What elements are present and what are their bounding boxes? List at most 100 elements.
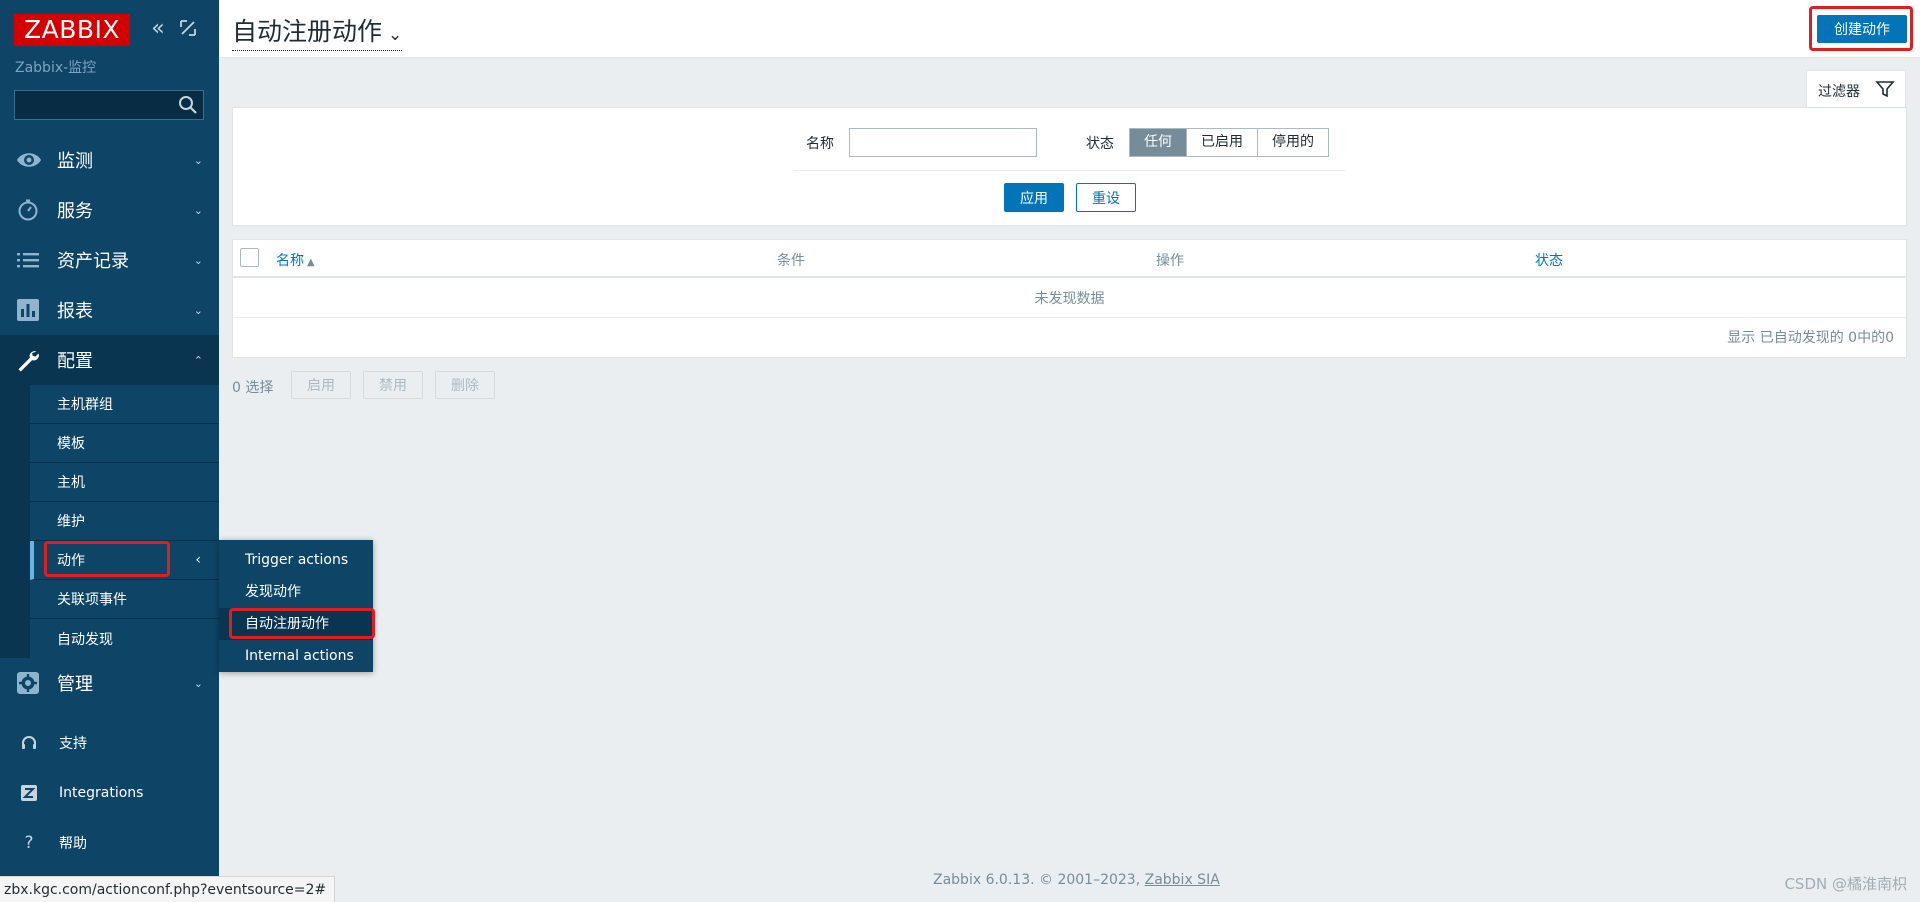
status-option-disabled[interactable]: 停用的 [1258,129,1328,156]
sort-asc-icon: ▲ [307,257,315,268]
create-action-button[interactable]: 创建动作 [1817,15,1907,43]
submenu-item-discovery[interactable]: 自动发现 [30,619,219,658]
sidebar: ZABBIX « Zabbix-监控 监测 ⌄ 服务 ⌄ 资产记录 ⌄ 报表 ⌄… [0,0,219,902]
submenu-label: 模板 [57,436,85,452]
submenu-label: 维护 [57,514,85,530]
submenu-item-maintenance[interactable]: 维护 [30,502,219,541]
menu-item-configuration[interactable]: 配置 ⌃ [0,335,219,385]
mass-delete-button[interactable]: 删除 [435,371,495,399]
filter-tab-label: 过滤器 [1818,84,1860,100]
menu-item-services[interactable]: 服务 ⌄ [0,185,219,235]
chevron-down-icon: ⌄ [193,676,203,690]
menu-label: 服务 [57,201,93,222]
watermark: CSDN @橘淮南枳 [1784,875,1907,893]
filter-tab[interactable]: 过滤器 [1806,70,1906,108]
headset-icon [20,734,38,752]
menu-item-help[interactable]: ? 帮助 [0,818,219,868]
submenu-item-host-groups[interactable]: 主机群组 [30,385,219,424]
column-header-status[interactable]: 状态 [1535,250,1563,270]
gear-icon [16,671,40,695]
flyout-item-internal-actions[interactable]: Internal actions [219,640,373,672]
column-header-name[interactable]: 名称 ▲ [276,250,315,270]
menu-item-support[interactable]: 支持 [0,718,219,768]
filter-status-label: 状态 [1086,136,1114,152]
submenu-label: 主机群组 [57,397,113,413]
menu-item-reports[interactable]: 报表 ⌄ [0,285,219,335]
menu-item-administration[interactable]: 管理 ⌄ [0,658,219,708]
zabbix-z-icon [20,784,38,802]
status-option-any[interactable]: 任何 [1130,129,1187,156]
select-all-checkbox[interactable] [240,248,259,267]
chevron-down-icon: ⌄ [388,25,403,45]
configuration-submenu: 主机群组 模板 主机 维护 动作 ‹ 关联项事件 自动发现 [0,385,219,658]
chevron-down-icon: ⌄ [193,303,203,317]
bottom-menu: 支持 Integrations ? 帮助 [0,718,219,868]
submenu-item-hosts[interactable]: 主机 [30,463,219,502]
column-label: 名称 [276,253,304,269]
stopwatch-icon [16,198,40,222]
submenu-item-event-correlation[interactable]: 关联项事件 [30,580,219,619]
list-icon [16,248,40,272]
menu-label: 监测 [57,151,93,172]
menu-item-inventory[interactable]: 资产记录 ⌄ [0,235,219,285]
search-icon[interactable] [177,94,199,116]
eye-icon [16,148,41,172]
kiosk-mode-icon[interactable] [176,18,200,42]
selected-count: 0 选择 [232,380,274,396]
chevron-down-icon: ⌄ [193,203,203,217]
column-header-conditions: 条件 [777,253,805,269]
menu-label: 支持 [59,736,87,752]
page-header: 自动注册动作 ⌄ 创建动作 [219,0,1920,58]
menu-label: 配置 [57,351,93,372]
reset-button[interactable]: 重设 [1076,183,1136,212]
table-paging-summary: 显示 已自动发现的 0中的0 [1727,330,1894,346]
submenu-label: 动作 [57,553,85,569]
page-footer: Zabbix 6.0.13. © 2001–2023, Zabbix SIA [933,872,1220,888]
menu-label: 帮助 [59,836,87,852]
filter-icon [1875,79,1895,99]
footer-company-link[interactable]: Zabbix SIA [1145,872,1220,888]
chevron-up-icon: ⌃ [193,353,203,367]
bar-chart-icon [16,298,40,322]
main-menu: 监测 ⌄ 服务 ⌄ 资产记录 ⌄ 报表 ⌄ 配置 ⌃ 主机群组 模板 主机 维护… [0,135,219,708]
chevron-down-icon: ⌄ [193,153,203,167]
table-header: 名称 ▲ 条件 操作 状态 [233,240,1906,278]
chevron-left-icon: ‹ [195,552,201,568]
page-title-dropdown[interactable]: 自动注册动作 ⌄ [232,12,403,51]
filter-name-input[interactable] [849,128,1037,157]
filter-name-label: 名称 [806,136,834,152]
footer-copyright: Zabbix 6.0.13. © 2001–2023, [933,872,1141,888]
mass-disable-button[interactable]: 禁用 [363,371,423,399]
flyout-item-trigger-actions[interactable]: Trigger actions [219,544,373,576]
menu-item-monitoring[interactable]: 监测 ⌄ [0,135,219,185]
question-icon: ? [24,833,34,853]
page-title: 自动注册动作 [232,17,383,46]
filter-panel: 名称 状态 任何 已启用 停用的 应用 重设 [232,107,1907,226]
menu-label: Integrations [59,785,144,801]
sidebar-search [14,90,204,120]
flyout-item-discovery-actions[interactable]: 发现动作 [219,576,373,608]
menu-label: 管理 [57,674,93,695]
submenu-item-templates[interactable]: 模板 [30,424,219,463]
menu-item-integrations[interactable]: Integrations [0,768,219,818]
search-input[interactable] [15,91,165,119]
menu-label: 资产记录 [57,251,129,272]
mass-enable-button[interactable]: 启用 [291,371,351,399]
server-name: Zabbix-监控 [15,60,97,76]
submenu-label: 关联项事件 [57,592,127,608]
browser-status-bar: zbx.kgc.com/actionconf.php?eventsource=2… [0,876,336,902]
logo-row: ZABBIX « [14,14,204,46]
collapse-sidebar-icon[interactable]: « [146,18,170,42]
filter-divider [793,170,1345,171]
flyout-item-autoregistration-actions[interactable]: 自动注册动作 [219,608,373,640]
apply-button[interactable]: 应用 [1004,183,1064,212]
submenu-label: 主机 [57,475,85,491]
column-header-operations: 操作 [1156,253,1184,269]
zabbix-logo[interactable]: ZABBIX [14,14,130,46]
menu-label: 报表 [57,301,93,322]
submenu-item-actions[interactable]: 动作 ‹ [30,541,219,580]
actions-table: 名称 ▲ 条件 操作 状态 未发现数据 显示 已自动发现的 0中的0 [232,239,1907,358]
status-option-enabled[interactable]: 已启用 [1187,129,1258,156]
status-segmented-control: 任何 已启用 停用的 [1129,128,1329,157]
chevron-down-icon: ⌄ [193,253,203,267]
